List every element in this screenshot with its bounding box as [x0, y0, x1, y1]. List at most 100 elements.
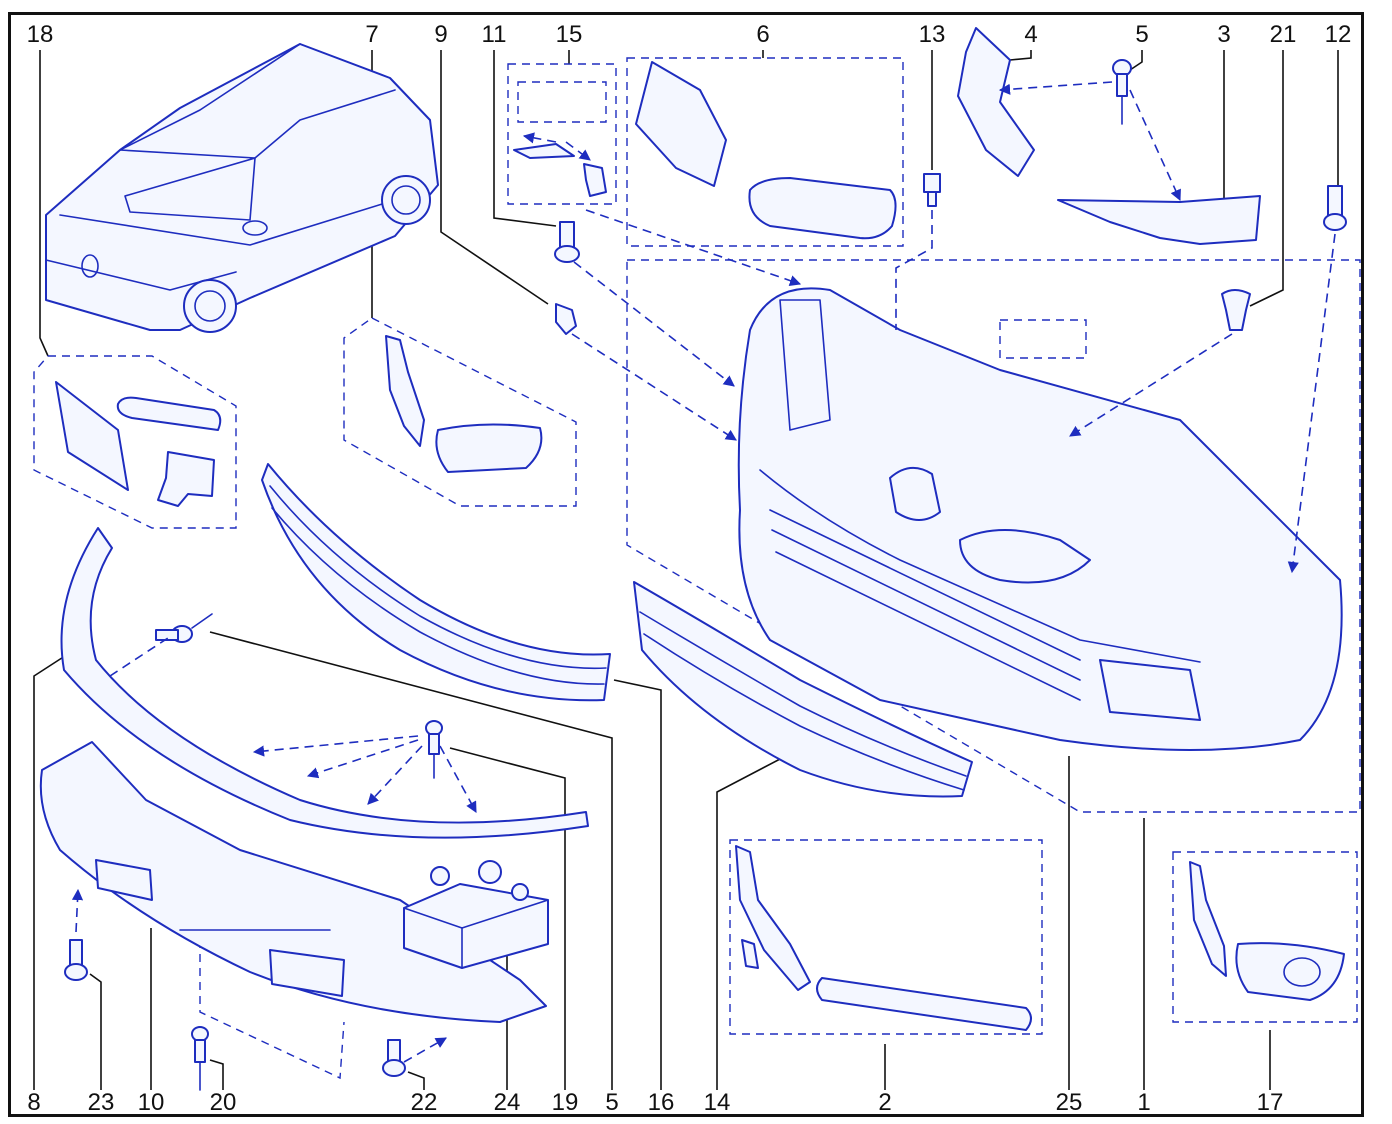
car-illustration: [45, 43, 439, 333]
part-19-rivet: [425, 720, 443, 779]
arrow-12-to-bumper: [1287, 233, 1336, 574]
part-19-body: [428, 733, 440, 755]
kit-part-b: [478, 860, 502, 884]
part-18-bracket-left: [55, 381, 129, 491]
part-5-rivet-bottom: [155, 613, 213, 643]
callouts-top: 18 7 9 11 15 6 13 4 5 3 21 12: [27, 21, 1352, 48]
arrow-9-to-bumper: [571, 333, 737, 441]
group-box-18: [33, 355, 237, 529]
part-2-strip: [816, 977, 1032, 1031]
arrow-13-path: [895, 210, 933, 330]
arrow-19-a: [252, 735, 419, 757]
leader-20: [209, 1059, 224, 1090]
part-20-body: [194, 1039, 206, 1063]
callout-22: 22: [411, 1089, 438, 1116]
leader-23: [89, 973, 102, 1090]
callout-23: 23: [88, 1089, 115, 1116]
callout-18: 18: [27, 21, 54, 48]
part-9-clip: [555, 303, 577, 335]
arrow-5-to-4: [998, 81, 1113, 95]
group-box-7: [343, 317, 577, 507]
part-15-clip-b: [583, 163, 607, 197]
arrow-15-b: [565, 141, 591, 161]
part-11-bolt: [554, 221, 580, 263]
arrow-11-to-bumper: [573, 261, 735, 387]
car-front-wheel: [183, 279, 237, 333]
part-5-rivet-top: [1112, 59, 1132, 125]
part-22-screw: [382, 1039, 406, 1077]
car-body: [45, 43, 439, 331]
callout-13: 13: [919, 21, 946, 48]
part-12-head: [1323, 213, 1347, 231]
leader-21: [1249, 50, 1284, 307]
callout-4: 4: [1024, 21, 1037, 48]
callout-9: 9: [434, 21, 447, 48]
part-7-cover: [435, 423, 543, 473]
callout-5-bottom: 5: [605, 1089, 618, 1116]
part-2-trim-left: [735, 845, 811, 991]
callout-24: 24: [494, 1089, 521, 1116]
arrow-22-up: [403, 1037, 447, 1063]
callout-19: 19: [552, 1089, 579, 1116]
part-19-head: [425, 720, 443, 736]
callouts-bottom: 8 23 10 20 22 24 19 5 16 14 2 25 1 17: [27, 1089, 1283, 1116]
part-18-strip: [116, 396, 222, 431]
part-13-clip: [923, 173, 941, 207]
part-group-2: [735, 845, 1032, 1031]
part-12-shank: [1327, 185, 1343, 217]
arrow-5-to-3: [1129, 89, 1181, 202]
leader-16: [613, 679, 662, 1090]
car-rear-wheel: [381, 175, 431, 225]
leader-4: [1009, 50, 1032, 61]
leader-22: [407, 1071, 425, 1090]
part-17-fog-cover: [1235, 942, 1345, 1001]
exploded-parts-diagram: 18 7 9 11 15 6 13 4 5 3 21 12 8 23 10 20…: [27, 21, 1361, 1116]
leader-8: [33, 653, 69, 1090]
callout-20: 20: [210, 1089, 237, 1116]
part-12-bolt: [1323, 185, 1347, 231]
callout-8: 8: [27, 1089, 40, 1116]
callout-7: 7: [365, 21, 378, 48]
part-11-head: [554, 245, 580, 263]
part-group-18: [55, 381, 222, 507]
callout-17: 17: [1257, 1089, 1284, 1116]
inner-box-15: [517, 81, 607, 123]
part-21-body: [1221, 289, 1251, 331]
part-6-vent: [748, 177, 897, 240]
part-20-rivet: [191, 1026, 209, 1091]
part-23-head: [64, 963, 88, 981]
part-group-7: [385, 335, 543, 473]
kit-part-c: [511, 883, 529, 901]
part-20-head: [191, 1026, 209, 1042]
callout-25: 25: [1056, 1089, 1083, 1116]
inner-box-1: [999, 319, 1087, 359]
part-10-under-tray: [39, 741, 547, 1023]
bumper-logo-mount: [889, 467, 941, 521]
part-group-6: [635, 61, 897, 240]
arrow-19-c: [367, 745, 423, 805]
part-3-bracket: [1057, 195, 1261, 245]
callout-21: 21: [1270, 21, 1297, 48]
part-5b-pin: [191, 613, 213, 629]
part-13-shank: [927, 191, 937, 207]
arrow-19-d: [439, 745, 477, 813]
callout-14: 14: [704, 1089, 731, 1116]
part-22-head: [382, 1059, 406, 1077]
callout-16: 16: [648, 1089, 675, 1116]
part-7-trim: [385, 335, 425, 447]
part-group-17: [1189, 861, 1345, 1001]
arrow-15-a: [522, 132, 557, 144]
part-17-trim: [1189, 861, 1227, 977]
callout-15: 15: [556, 21, 583, 48]
part-16-grille: [261, 463, 611, 702]
callout-2: 2: [878, 1089, 891, 1116]
callout-10: 10: [138, 1089, 165, 1116]
arrow-23-up: [71, 888, 84, 933]
leader-11: [493, 50, 557, 227]
part-4-bracket: [957, 27, 1035, 177]
callout-3: 3: [1217, 21, 1230, 48]
callout-11: 11: [482, 21, 507, 48]
part-23-bolt: [64, 939, 88, 981]
part-21-clip: [1221, 289, 1251, 331]
callout-1: 1: [1137, 1089, 1150, 1116]
